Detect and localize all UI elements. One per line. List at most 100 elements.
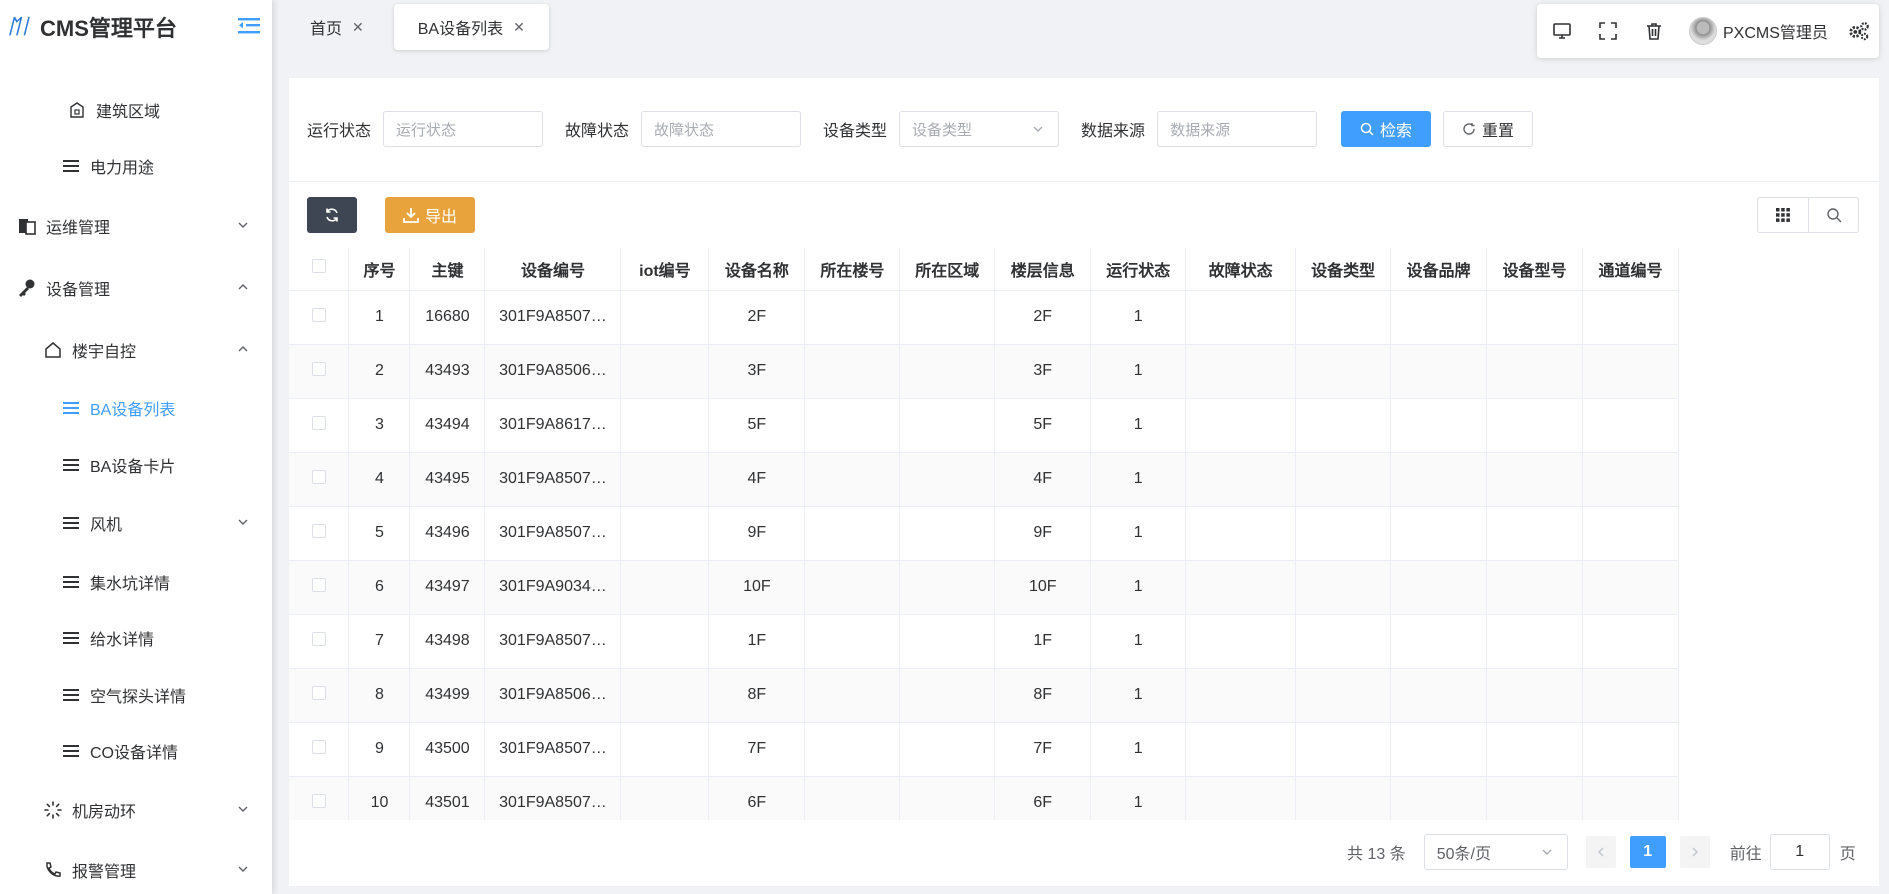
table-row[interactable]: 10 43501 301F9A8507… 6F 6F 1 <box>289 776 1679 820</box>
tab-home[interactable]: 首页 ✕ <box>272 4 386 50</box>
sidebar-item-ops[interactable]: 运维管理 <box>0 198 272 254</box>
sidebar-item-alarm[interactable]: 报警管理 <box>0 842 272 894</box>
trash-icon[interactable] <box>1643 20 1665 42</box>
column-header[interactable]: iot编号 <box>620 248 710 291</box>
logo: ᛖᛁ <box>8 15 31 38</box>
monitor-icon[interactable] <box>1551 20 1573 42</box>
table-row[interactable]: 3 43494 301F9A8617… 5F 5F 1 <box>289 398 1679 453</box>
row-checkbox[interactable] <box>289 722 350 777</box>
table-cell <box>1390 452 1488 507</box>
column-header[interactable]: 序号 <box>348 248 411 291</box>
column-header[interactable]: 通道编号 <box>1582 248 1679 291</box>
reset-button[interactable]: 重置 <box>1443 111 1534 147</box>
table-cell: 1 <box>1090 398 1187 453</box>
page-number[interactable]: 1 <box>1629 836 1666 868</box>
sidebar-item-device-mgmt[interactable]: 设备管理 <box>0 260 272 316</box>
row-checkbox[interactable] <box>289 452 350 507</box>
search-button[interactable]: 检索 <box>1341 111 1432 147</box>
sidebar-item-label: 运维管理 <box>46 220 111 237</box>
table-cell: 1 <box>1090 452 1187 507</box>
avatar[interactable] <box>1689 17 1717 45</box>
table-row[interactable]: 8 43499 301F9A8506… 8F 8F 1 <box>289 668 1679 723</box>
sidebar-item-label: 楼宇自控 <box>72 344 137 361</box>
table-row[interactable]: 4 43495 301F9A8507… 4F 4F 1 <box>289 452 1679 507</box>
fullscreen-icon[interactable] <box>1597 20 1619 42</box>
column-header[interactable]: 故障状态 <box>1185 248 1297 291</box>
table-row[interactable]: 9 43500 301F9A8507… 7F 7F 1 <box>289 722 1679 777</box>
sidebar-item-power-usage[interactable]: 电力用途 <box>0 138 272 194</box>
run-status-label: 运行状态 <box>307 123 372 140</box>
column-header[interactable]: 设备品牌 <box>1390 248 1488 291</box>
table-row[interactable]: 7 43498 301F9A8507… 1F 1F 1 <box>289 614 1679 669</box>
next-page-button[interactable] <box>1679 836 1710 868</box>
column-header[interactable]: 运行状态 <box>1090 248 1187 291</box>
table-cell <box>1582 668 1679 723</box>
sidebar-item-ba-device-card[interactable]: BA设备卡片 <box>0 437 272 493</box>
sidebar-item-building-control[interactable]: 楼宇自控 <box>0 322 272 378</box>
prev-page-button[interactable] <box>1585 836 1616 868</box>
refresh-button[interactable] <box>307 197 357 233</box>
sidebar-item-sump[interactable]: 集水坑详情 <box>0 554 272 610</box>
page-size-select[interactable]: 50条/页 <box>1423 834 1568 870</box>
column-header[interactable]: 设备类型 <box>1295 248 1392 291</box>
row-checkbox[interactable] <box>289 344 350 399</box>
columns-icon[interactable] <box>1758 198 1808 232</box>
row-checkbox[interactable] <box>289 776 350 820</box>
row-checkbox[interactable] <box>289 506 350 561</box>
sidebar-item-air-probe[interactable]: 空气探头详情 <box>0 667 272 723</box>
search-toggle-icon[interactable] <box>1808 198 1858 232</box>
table-cell <box>1582 560 1679 615</box>
column-header[interactable]: 所在区域 <box>899 248 996 291</box>
download-icon <box>403 208 419 223</box>
table-cell <box>1185 614 1297 669</box>
user-name[interactable]: PXCMS管理员 <box>1723 19 1828 43</box>
column-header[interactable]: 设备编号 <box>484 248 622 291</box>
column-header[interactable]: 设备型号 <box>1486 248 1583 291</box>
device-type-select[interactable]: 设备类型 <box>899 111 1060 147</box>
table-cell: 43495 <box>409 452 486 507</box>
table-row[interactable]: 1 16680 301F9A8507… 2F 2F 1 <box>289 290 1679 345</box>
row-checkbox[interactable] <box>289 290 350 345</box>
app-title: CMS管理平台 <box>40 16 177 41</box>
list-icon <box>60 513 82 533</box>
list-icon <box>60 398 82 418</box>
table-cell <box>1486 452 1583 507</box>
column-header[interactable]: 主键 <box>409 248 486 291</box>
column-header[interactable]: 楼层信息 <box>994 248 1092 291</box>
sidebar-item-label: 给水详情 <box>90 632 155 649</box>
table-cell: 301F9A8507… <box>484 290 622 345</box>
sidebar-item-fan[interactable]: 风机 <box>0 495 272 551</box>
table-row[interactable]: 6 43497 301F9A9034… 10F 10F 1 <box>289 560 1679 615</box>
table-cell: 10F <box>708 560 806 615</box>
table-row[interactable]: 5 43496 301F9A8507… 9F 9F 1 <box>289 506 1679 561</box>
row-checkbox[interactable] <box>289 668 350 723</box>
row-checkbox[interactable] <box>289 614 350 669</box>
select-all-checkbox[interactable] <box>289 248 350 291</box>
list-icon <box>60 455 82 475</box>
close-icon[interactable]: ✕ <box>352 19 364 36</box>
table-tools <box>1757 197 1859 233</box>
header-actions: PXCMS管理员 <box>1537 4 1879 58</box>
sidebar-item-building-area[interactable]: 建筑区域 <box>0 82 272 138</box>
sidebar-item-water-supply[interactable]: 给水详情 <box>0 610 272 666</box>
sidebar-item-ba-device-list[interactable]: BA设备列表 <box>0 380 272 436</box>
goto-page-input[interactable]: 1 <box>1769 834 1830 870</box>
sidebar-item-machine-room[interactable]: 机房动环 <box>0 782 272 838</box>
data-source-input[interactable]: 数据来源 <box>1157 111 1318 147</box>
menu-collapse-icon[interactable] <box>238 16 260 36</box>
column-header[interactable]: 设备名称 <box>708 248 806 291</box>
run-status-input[interactable]: 运行状态 <box>383 111 544 147</box>
table-cell <box>804 290 901 345</box>
close-icon[interactable]: ✕ <box>513 19 525 36</box>
row-checkbox[interactable] <box>289 560 350 615</box>
table-cell <box>620 506 710 561</box>
sidebar-item-co-device[interactable]: CO设备详情 <box>0 723 272 779</box>
table-row[interactable]: 2 43493 301F9A8506… 3F 3F 1 <box>289 344 1679 399</box>
column-header[interactable]: 所在楼号 <box>804 248 901 291</box>
table-cell: 1F <box>994 614 1092 669</box>
fault-status-input[interactable]: 故障状态 <box>641 111 802 147</box>
export-button[interactable]: 导出 <box>385 197 475 233</box>
settings-icon[interactable] <box>1848 20 1870 42</box>
row-checkbox[interactable] <box>289 398 350 453</box>
tab-ba-device-list[interactable]: BA设备列表 ✕ <box>393 4 549 50</box>
